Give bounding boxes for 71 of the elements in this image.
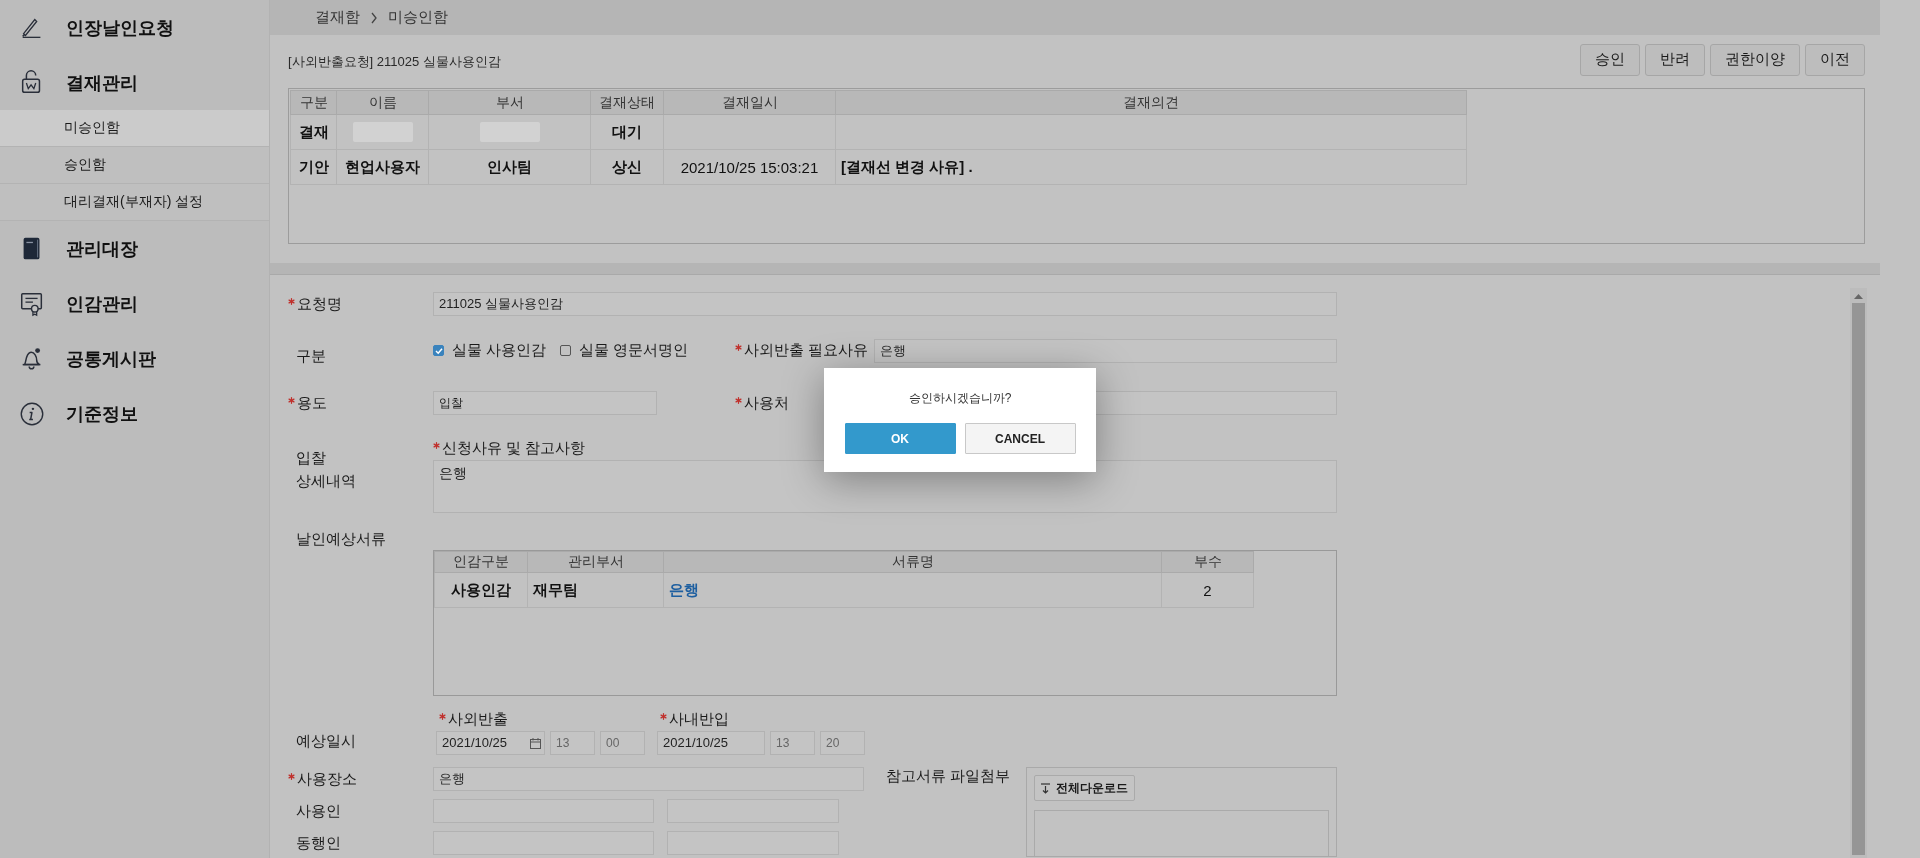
field-label: 사내반입 <box>669 710 729 729</box>
column-header: 부서 <box>428 90 591 115</box>
field-label: 사용인 <box>296 801 341 821</box>
field-label: 참고서류 파일첨부 <box>886 767 1011 786</box>
text-field[interactable]: 은행 <box>433 767 864 791</box>
field-label: 동행인 <box>296 833 341 853</box>
column-header: 이름 <box>336 90 429 115</box>
table-cell: 상신 <box>590 149 664 185</box>
sidebar-item[interactable]: 기준정보 <box>66 401 138 426</box>
field-label: 사용처 <box>744 393 789 413</box>
sidebar-item[interactable]: 인감관리 <box>66 291 138 316</box>
action-button[interactable]: 이전 <box>1805 43 1865 76</box>
table-cell: 기안 <box>290 149 337 185</box>
column-header: 서류명 <box>663 551 1162 573</box>
column-header: 부수 <box>1161 551 1254 573</box>
checkbox-label: 실물 영문서명인 <box>579 341 689 360</box>
document-link[interactable]: 은행 <box>669 580 699 598</box>
checkbox[interactable] <box>560 345 572 356</box>
scrollbar[interactable] <box>1850 288 1867 858</box>
column-header: 인감구분 <box>434 551 528 573</box>
cancel-button[interactable]: CANCEL <box>964 423 1076 454</box>
column-header: 결재일시 <box>663 90 836 115</box>
field-label: 구분 <box>296 347 326 366</box>
sidebar-item[interactable]: 공통게시판 <box>66 346 156 371</box>
text-area[interactable]: 은행 <box>433 460 1337 513</box>
table-cell: [결재선 변경 사유] . <box>835 149 1467 185</box>
text-field[interactable]: 은행 <box>874 338 1337 363</box>
text-field[interactable]: 입찰 <box>433 391 657 415</box>
field-label: 입찰 <box>296 449 326 468</box>
column-header: 결재의견 <box>835 90 1467 115</box>
table-cell: 인사팀 <box>428 149 591 185</box>
table-cell: 2021/10/25 15:03:21 <box>663 149 836 185</box>
table-cell: 결재 <box>290 114 337 150</box>
table-cell: 재무팀 <box>527 572 664 608</box>
sidebar-subitem[interactable]: 미승인함 <box>0 110 269 147</box>
download-all-button[interactable]: 전체다운로드 <box>1034 775 1135 801</box>
action-button[interactable]: 승인 <box>1580 43 1640 76</box>
sidebar-item[interactable]: 결재관리 <box>66 70 138 95</box>
checkbox[interactable] <box>433 345 444 356</box>
sidebar-item[interactable]: 관리대장 <box>66 236 138 261</box>
chevron-icon <box>370 11 378 24</box>
field-label: 용도 <box>297 393 327 413</box>
breadcrumb-item[interactable]: 미승인함 <box>388 8 448 27</box>
text-field[interactable]: 211025 실물사용인감 <box>433 292 1337 316</box>
checkbox-label: 실물 사용인감 <box>452 341 547 360</box>
breadcrumb-item[interactable]: 결재함 <box>315 8 360 27</box>
column-header: 관리부서 <box>527 551 664 573</box>
field-label: 사외반출 필요사유 <box>744 341 869 360</box>
field-label: 예상일시 <box>296 732 356 751</box>
sidebar-item[interactable]: 인장날인요청 <box>66 15 174 40</box>
field-label: 신청사유 및 참고사항 <box>442 439 586 458</box>
column-header: 결재상태 <box>590 90 664 115</box>
table-cell: 사용인감 <box>434 572 528 608</box>
up-arrow-icon <box>1854 293 1863 299</box>
action-button[interactable]: 권한이양 <box>1710 43 1800 76</box>
document-title: [사외반출요청] 211025 실물사용인감 <box>288 52 501 71</box>
dialog-message: 승인하시겠습니까? <box>908 390 1012 407</box>
download-icon <box>1041 782 1050 794</box>
field-label: 사외반출 <box>448 710 508 729</box>
date-field[interactable]: 2021/10/25 <box>436 731 545 755</box>
table-cell: 대기 <box>590 114 664 150</box>
field-label: 날인예상서류 <box>296 530 386 549</box>
field-label: 사용장소 <box>297 769 357 789</box>
column-header: 구분 <box>290 90 337 115</box>
date-field[interactable]: 2021/10/25 <box>657 731 765 755</box>
field-label: 요청명 <box>297 294 342 314</box>
check-icon <box>434 346 443 355</box>
table-cell: 현업사용자 <box>336 149 429 185</box>
action-button[interactable]: 반려 <box>1645 43 1705 76</box>
table-cell: 2 <box>1161 572 1254 608</box>
field-label: 상세내역 <box>296 472 356 491</box>
